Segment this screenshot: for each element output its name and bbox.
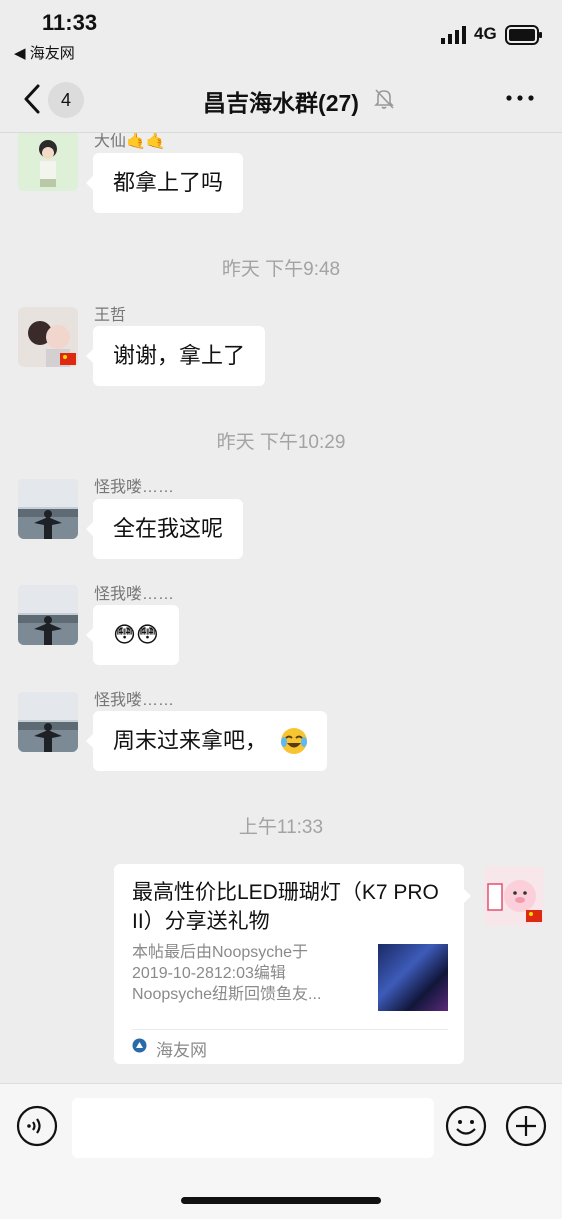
battery-icon — [505, 25, 542, 45]
message-list[interactable]: 大仙🤙🤙 都拿上了吗 昨天 下午9:48 王哲 谢谢，拿上了 昨天 下午10:2… — [0, 133, 562, 1083]
avatar[interactable] — [18, 479, 78, 539]
avatar-image — [18, 479, 78, 539]
sender-name: 王哲 — [94, 307, 127, 324]
back-to-app-link[interactable]: ◀ 海友网 — [14, 42, 75, 63]
divider — [132, 1029, 448, 1030]
link-title: 最高性价比LED珊瑚灯（K7 PRO II）分享送礼物 — [132, 881, 439, 933]
source-logo-icon — [132, 1038, 147, 1053]
network-label: 4G — [474, 24, 497, 43]
message-bubble[interactable]: 周末过来拿吧， — [85, 711, 328, 771]
sender-name: 怪我喽…… — [94, 479, 175, 496]
home-indicator[interactable] — [181, 1197, 381, 1204]
sender-name: 怪我喽…… — [94, 586, 175, 603]
voice-icon[interactable] — [16, 1105, 58, 1147]
message-bubble[interactable]: 都拿上了吗 — [85, 153, 244, 213]
link-thumbnail — [378, 944, 448, 1011]
avatar-self[interactable] — [484, 866, 544, 926]
sender-name: 怪我喽…… — [94, 692, 175, 709]
avatar[interactable] — [18, 585, 78, 645]
avatar[interactable] — [18, 307, 78, 367]
avatar-image — [484, 866, 544, 926]
avatar-image — [18, 585, 78, 645]
avatar[interactable] — [18, 133, 78, 191]
mute-bell-icon — [374, 89, 394, 109]
plus-icon[interactable] — [505, 1105, 547, 1147]
chat-title: 昌吉海水群(27) — [203, 90, 359, 116]
message-input[interactable] — [72, 1098, 434, 1158]
sender-name: 大仙🤙🤙 — [94, 133, 166, 150]
more-icon[interactable] — [505, 92, 535, 104]
status-time: 11:33 — [42, 10, 98, 35]
avatar-image — [18, 133, 78, 191]
emoji-icon[interactable] — [445, 1105, 487, 1147]
message-bubble[interactable]: 😳😳 — [86, 605, 179, 665]
shared-link-card[interactable]: 最高性价比LED珊瑚灯（K7 PRO II）分享送礼物 本帖最后由Noopsyc… — [114, 864, 471, 1064]
status-bar: 11:33 ◀ 海友网 4G — [0, 0, 562, 70]
chat-header: 4 昌吉海水群(27) — [0, 70, 562, 133]
message-bubble[interactable]: 全在我这呢 — [85, 499, 244, 559]
signal-icon — [441, 26, 466, 44]
message-text: 周末过来拿吧， — [113, 728, 268, 753]
link-source: 海友网 — [156, 1041, 207, 1060]
timestamp: 昨天 下午10:29 — [216, 432, 346, 453]
timestamp: 昨天 下午9:48 — [221, 259, 341, 280]
avatar-image — [18, 692, 78, 752]
timestamp: 上午11:33 — [238, 817, 324, 838]
message-bubble[interactable]: 谢谢，拿上了 — [85, 326, 266, 386]
avatar[interactable] — [18, 692, 78, 752]
avatar-image — [18, 307, 78, 367]
link-description: 本帖最后由Noopsyche于 2019-10-2812:03编辑 Noopsy… — [132, 944, 322, 1003]
crying-laughing-emoji-icon — [281, 728, 308, 754]
